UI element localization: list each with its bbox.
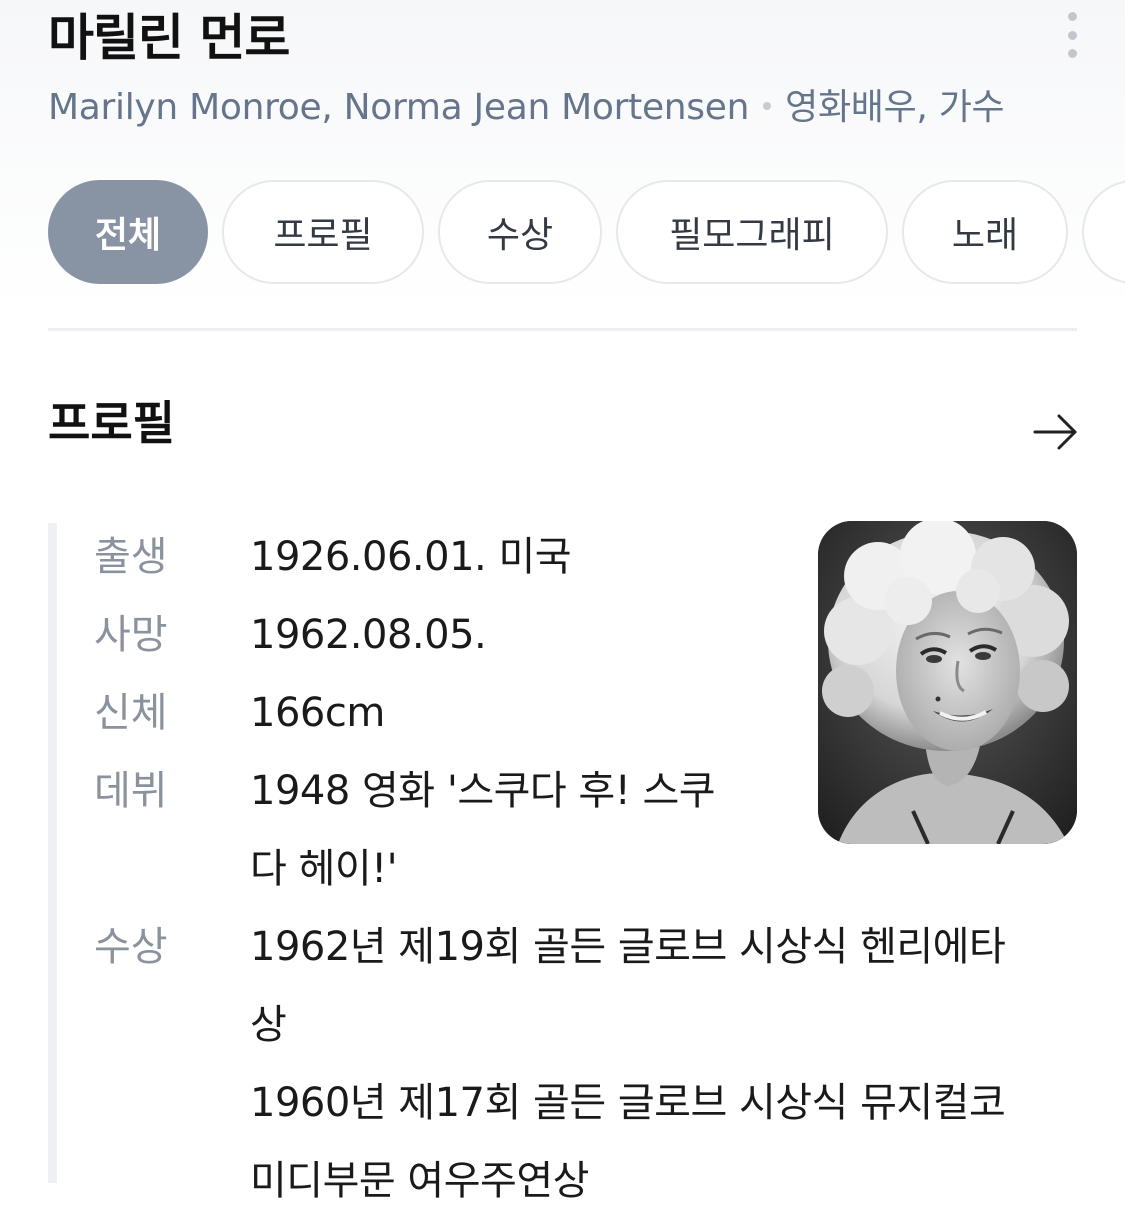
tab-awards[interactable]: 수상 [438, 180, 602, 284]
category-tabs: 전체 프로필 수상 필모그래피 노래 [48, 180, 1125, 288]
row-label: 사망 [94, 612, 168, 658]
page-title: 마릴린 먼로 [48, 9, 290, 67]
row-label: 출생 [94, 534, 168, 580]
row-value: 1962.08.05. [250, 612, 487, 658]
more-dot [1067, 12, 1077, 21]
portrait-photo[interactable] [818, 521, 1077, 844]
row-value: 1962년 제19회 골든 글로브 시상식 헨리에타상 1960년 제17회 골… [250, 908, 1040, 1220]
row-label: 수상 [94, 924, 168, 970]
award-link[interactable]: 1962년 제19회 골든 글로브 시상식 헨리에타상 [250, 908, 1040, 1064]
row-value: 1926.06.01. 미국 [250, 534, 572, 580]
more-options-icon[interactable] [1058, 12, 1086, 58]
tab-more[interactable] [1082, 180, 1125, 284]
subtitle-roles: 영화배우, 가수 [785, 87, 1005, 128]
profile-accent-bar [48, 523, 57, 1183]
tab-filmography[interactable]: 필모그래피 [616, 180, 888, 284]
more-dot [1067, 30, 1077, 40]
more-dot [1067, 49, 1077, 58]
arrow-right-icon[interactable] [1032, 410, 1080, 454]
row-value: 166cm [250, 690, 385, 736]
divider [48, 328, 1077, 331]
award-link[interactable]: 1960년 제17회 골든 글로브 시상식 뮤지컬코미디부문 여우주연상 [250, 1064, 1040, 1220]
tab-songs[interactable]: 노래 [902, 180, 1068, 284]
subtitle: Marilyn Monroe, Norma Jean Mortensen 영화배우… [48, 84, 1005, 132]
tab-profile[interactable]: 프로필 [222, 180, 424, 284]
row-label: 신체 [94, 690, 168, 736]
row-label: 데뷔 [94, 768, 168, 814]
section-title-profile: 프로필 [48, 396, 175, 450]
subtitle-names: Marilyn Monroe, Norma Jean Mortensen [48, 87, 750, 128]
portrait-image [818, 521, 1077, 844]
tab-all[interactable]: 전체 [48, 180, 208, 284]
separator-dot [763, 102, 772, 110]
profile-row-awards: 수상 1962년 제19회 골든 글로브 시상식 헨리에타상 1960년 제17… [94, 908, 1054, 1220]
row-value: 1948 영화 '스쿠다 후! 스쿠다 헤이!' [250, 768, 716, 892]
